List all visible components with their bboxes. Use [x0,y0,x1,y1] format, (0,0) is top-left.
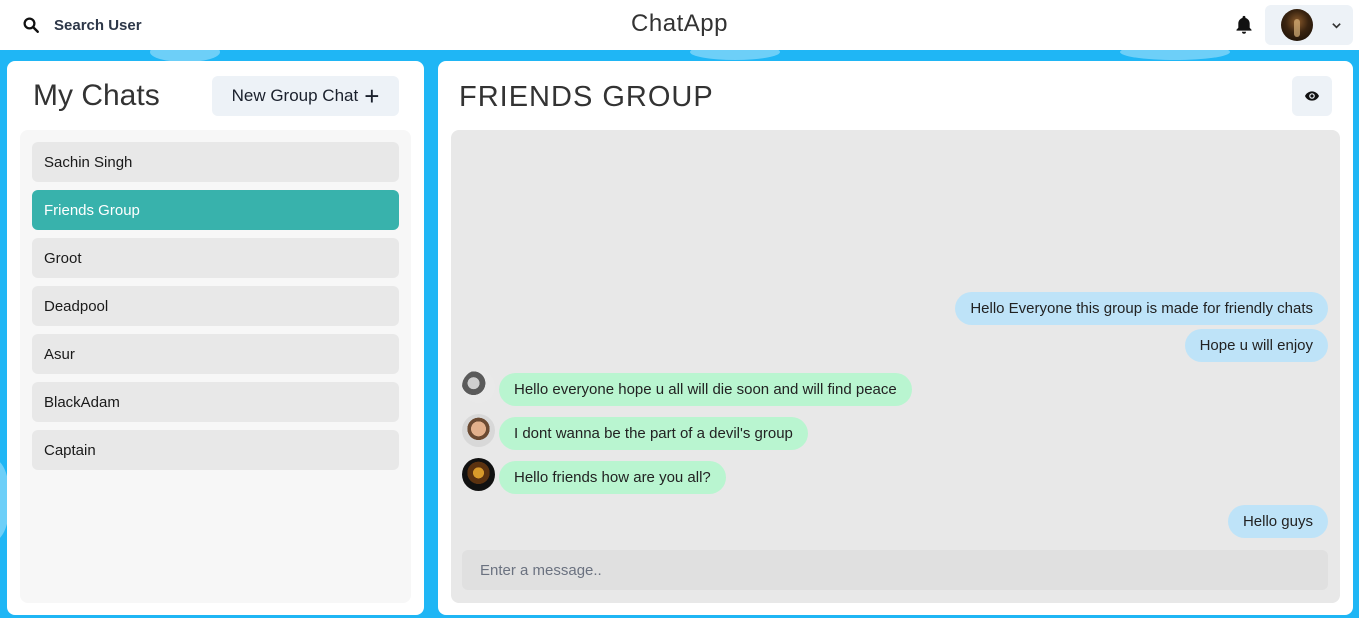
message-text: Hello everyone hope u all will die soon … [514,381,897,398]
new-group-chat-label: New Group Chat [231,86,359,105]
my-chats-title: My Chats [33,79,160,112]
chat-item-friends-group[interactable]: Friends Group [32,190,399,230]
top-navigation-bar: Search User ChatApp [0,0,1359,50]
chat-item-deadpool[interactable]: Deadpool [32,286,399,326]
message-text: I dont wanna be the part of a devil's gr… [514,425,793,442]
message-bubble-mine: Hope u will enjoy [1184,329,1328,362]
avatar [1281,9,1313,41]
conversation-title: FRIENDS GROUP [459,81,714,113]
notifications-button[interactable] [1233,14,1255,36]
conversation-panel: FRIENDS GROUP Hello Everyone this group … [438,61,1353,615]
message-text: Hope u will enjoy [1199,337,1313,354]
my-chats-panel: My Chats New Group Chat + Sachin Singh F… [7,61,424,615]
plus-icon: + [364,81,380,111]
bell-icon [1236,15,1252,34]
chat-item-label: Deadpool [44,297,109,315]
chat-item-label: Asur [44,345,75,363]
chevron-down-icon [1332,22,1341,29]
message-bubble-mine: Hello Everyone this group is made for fr… [955,292,1328,325]
sender-avatar[interactable] [462,458,495,491]
message-text: Hello Everyone this group is made for fr… [970,300,1313,317]
message-area: Hello Everyone this group is made for fr… [451,130,1340,603]
message-bubble-other: I dont wanna be the part of a devil's gr… [499,417,808,450]
chat-item-label: Captain [44,441,96,459]
app-title: ChatApp [631,10,728,37]
eye-icon [1305,91,1319,101]
chat-item-captain[interactable]: Captain [32,430,399,470]
chat-item-blackadam[interactable]: BlackAdam [32,382,399,422]
search-user-button[interactable]: Search User [14,8,154,42]
new-group-chat-button[interactable]: New Group Chat + [212,76,399,116]
search-icon [23,17,39,33]
message-text: Hello guys [1242,513,1313,530]
message-input[interactable] [462,550,1328,590]
sender-avatar[interactable] [462,414,495,447]
message-bubble-other: Hello everyone hope u all will die soon … [499,373,912,406]
sender-avatar[interactable] [462,370,495,403]
message-bubble-other: Hello friends how are you all? [499,461,726,494]
chat-item-asur[interactable]: Asur [32,334,399,374]
view-group-button[interactable] [1292,76,1332,116]
chat-list: Sachin Singh Friends Group Groot Deadpoo… [20,130,411,603]
chat-item-label: Sachin Singh [44,153,133,171]
chat-item-label: Groot [44,249,82,267]
chat-item-groot[interactable]: Groot [32,238,399,278]
search-user-label: Search User [54,16,142,34]
chat-item-label: Friends Group [44,201,140,219]
profile-menu-button[interactable] [1265,5,1353,45]
message-text: Hello friends how are you all? [514,469,711,486]
chat-item-sachin-singh[interactable]: Sachin Singh [32,142,399,182]
message-bubble-mine: Hello guys [1227,505,1328,538]
chat-item-label: BlackAdam [44,393,120,411]
